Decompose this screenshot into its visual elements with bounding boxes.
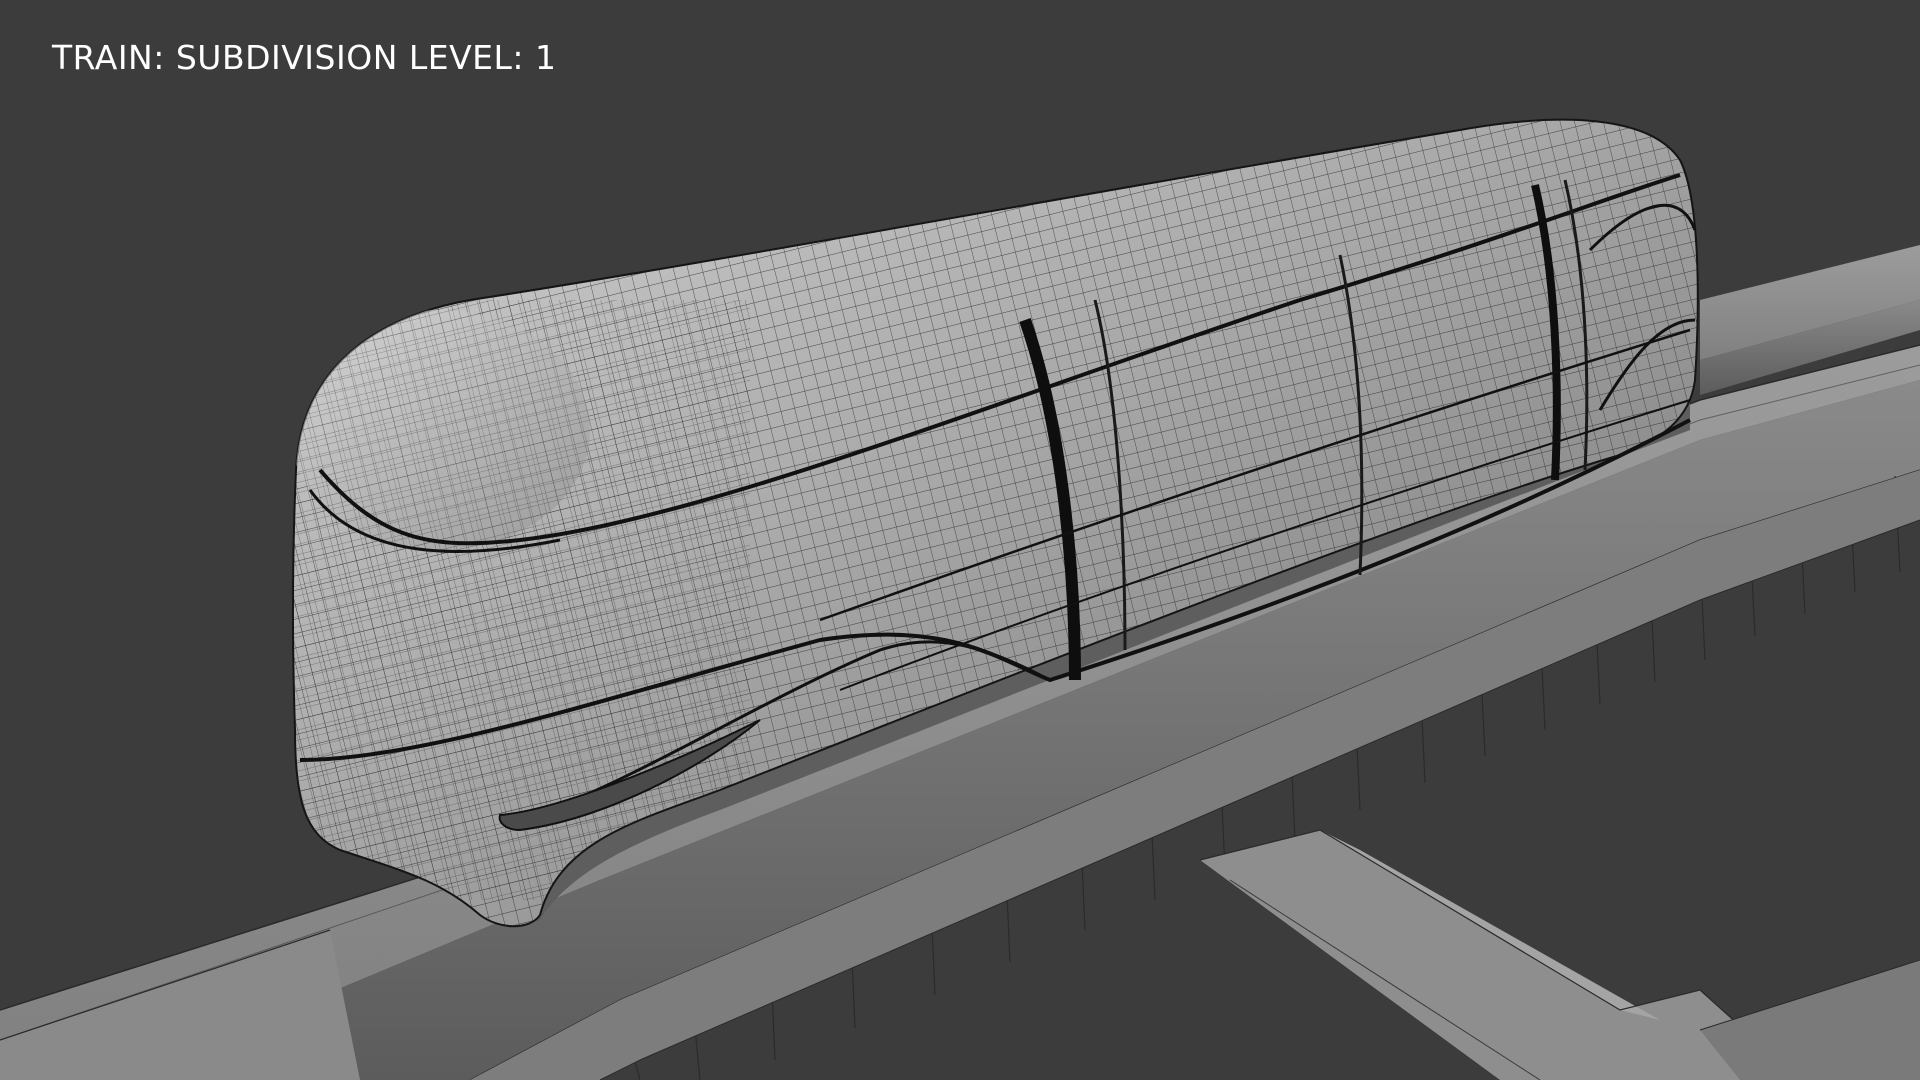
- support-pylon: [1199, 829, 1920, 1080]
- viewport-overlay-label: TRAIN: SUBDIVISION LEVEL: 1: [52, 38, 557, 77]
- 3d-viewport[interactable]: TRAIN: SUBDIVISION LEVEL: 1: [0, 0, 1920, 1080]
- scene-render: [0, 118, 1920, 1080]
